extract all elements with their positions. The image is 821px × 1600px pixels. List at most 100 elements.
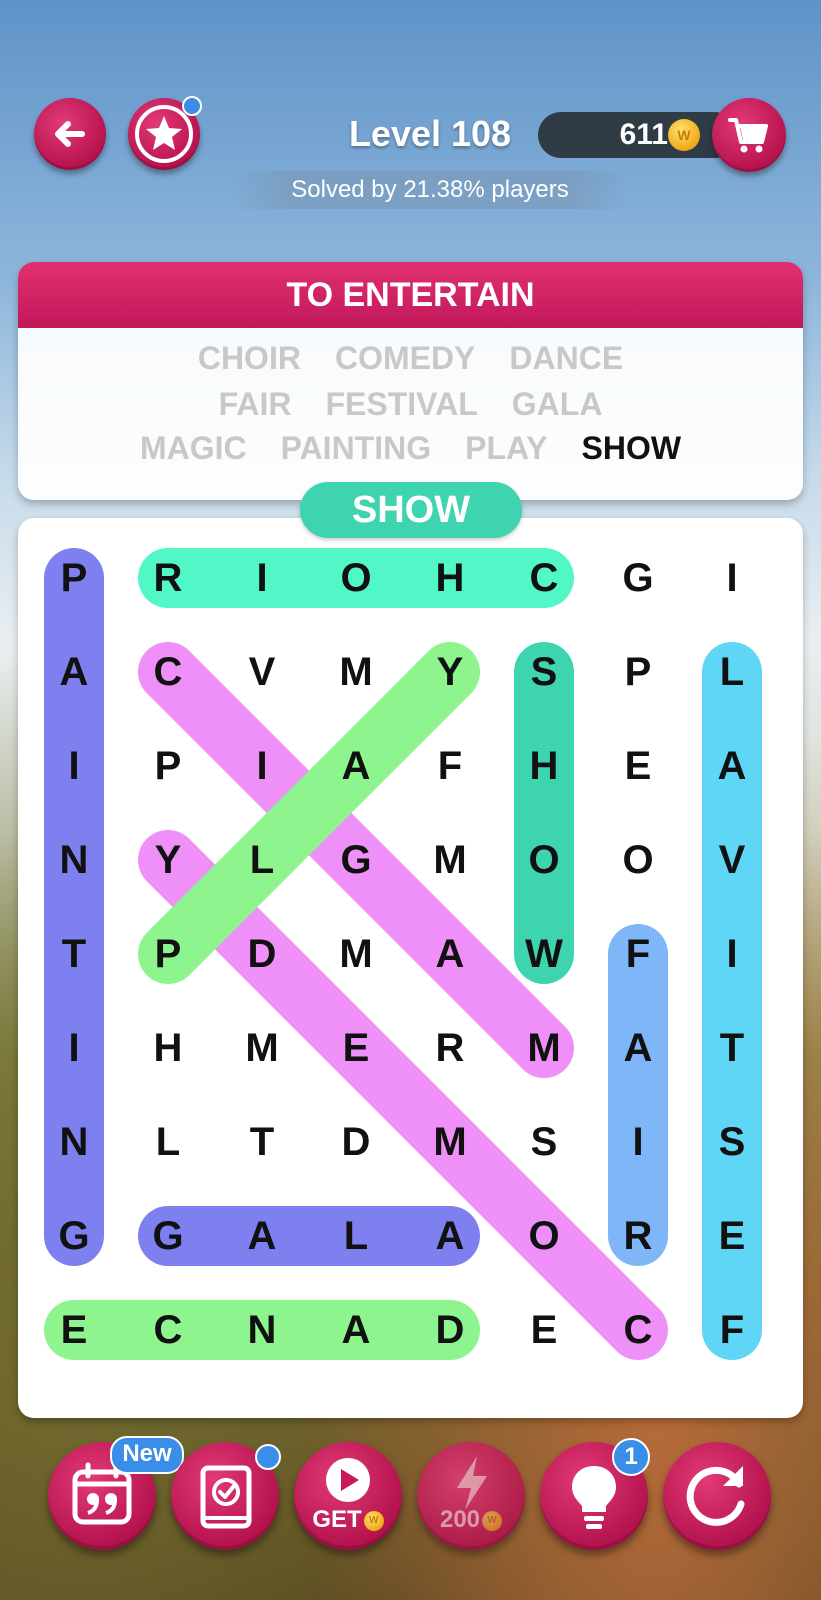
grid-cell[interactable]: M xyxy=(433,1120,466,1164)
grid-cell[interactable]: D xyxy=(436,1308,465,1352)
video-label: GET xyxy=(312,1506,362,1533)
grid-cell[interactable]: G xyxy=(622,556,653,600)
video-label-row: GET W xyxy=(294,1506,402,1534)
coin-balance[interactable]: 611 W xyxy=(538,112,738,158)
grid-cell[interactable]: F xyxy=(720,1308,744,1352)
coin-count: 611 xyxy=(619,118,668,151)
grid-cell[interactable]: E xyxy=(719,1214,746,1258)
word-row-2: FAIR FESTIVAL GALA xyxy=(18,386,803,423)
grid-cell[interactable]: M xyxy=(527,1026,560,1070)
grid-cell[interactable]: Y xyxy=(155,838,182,882)
grid-cell[interactable]: O xyxy=(622,838,653,882)
grid-cell[interactable]: E xyxy=(343,1026,370,1070)
grid-cell[interactable]: C xyxy=(154,1308,183,1352)
grid-cell[interactable]: H xyxy=(530,744,559,788)
favorites-button[interactable] xyxy=(128,96,202,170)
grid-cell[interactable]: O xyxy=(528,1214,559,1258)
grid-cell[interactable]: P xyxy=(155,932,182,976)
grid-cell[interactable]: N xyxy=(60,1120,89,1164)
grid-cell[interactable]: L xyxy=(156,1120,180,1164)
grid-cell[interactable]: H xyxy=(154,1026,183,1070)
back-arrow-icon xyxy=(55,121,85,147)
grid-cell[interactable]: E xyxy=(531,1308,558,1352)
hint-count-badge: 1 xyxy=(612,1438,650,1476)
grid-cell[interactable]: N xyxy=(248,1308,277,1352)
grid-cell[interactable]: I xyxy=(632,1120,643,1164)
coin-symbol: W xyxy=(677,127,691,143)
grid-cell[interactable]: A xyxy=(624,1026,653,1070)
word-list-item: GALA xyxy=(511,386,603,422)
coin-symbol: W xyxy=(487,1514,497,1526)
grid-cell[interactable]: O xyxy=(528,838,559,882)
grid-cell[interactable]: V xyxy=(719,838,746,882)
grid-cell[interactable]: S xyxy=(531,650,558,694)
grid-cell[interactable]: R xyxy=(436,1026,465,1070)
grid-cell[interactable]: P xyxy=(155,744,182,788)
grid-cell[interactable]: E xyxy=(625,744,652,788)
boost-button[interactable]: 200 W xyxy=(417,1442,525,1550)
grid-cell[interactable]: O xyxy=(340,556,371,600)
grid-cell[interactable]: I xyxy=(68,1026,79,1070)
grid-cell[interactable]: M xyxy=(245,1026,278,1070)
grid-cell[interactable]: M xyxy=(339,932,372,976)
grid-cell[interactable]: I xyxy=(726,932,737,976)
grid-cell[interactable]: A xyxy=(248,1214,277,1258)
grid-cell[interactable]: F xyxy=(626,932,650,976)
grid-cell[interactable]: F xyxy=(438,744,462,788)
grid-cell[interactable]: W xyxy=(525,932,563,976)
grid-cell[interactable]: D xyxy=(342,1120,371,1164)
grid-cell[interactable]: L xyxy=(344,1214,368,1258)
grid-cell[interactable]: S xyxy=(531,1120,558,1164)
grid-cell[interactable]: E xyxy=(61,1308,88,1352)
word-list-item: CHOIR xyxy=(197,340,301,376)
letter-grid-board[interactable]: P R I O H C G I A C V M Y S P L I P I A F H E A N Y L G M O O V T P D M A W F I… xyxy=(18,518,803,1418)
word-list-item: PAINTING xyxy=(280,430,432,466)
grid-cell[interactable]: L xyxy=(720,650,744,694)
grid-cell[interactable]: L xyxy=(250,838,274,882)
grid-cell[interactable]: P xyxy=(625,650,652,694)
grid-cell[interactable]: G xyxy=(58,1214,89,1258)
grid-cell[interactable]: C xyxy=(530,556,559,600)
grid-cell[interactable]: A xyxy=(436,1214,465,1258)
grid-cell[interactable]: G xyxy=(152,1214,183,1258)
watch-video-button[interactable]: GET W xyxy=(294,1442,402,1550)
boost-cost: 200 xyxy=(439,1506,481,1533)
solved-percentage: Solved by 21.38% players xyxy=(230,171,630,209)
back-button[interactable] xyxy=(34,98,106,170)
grid-cell[interactable]: I xyxy=(68,744,79,788)
word-list-item: SHOW xyxy=(581,430,682,466)
grid-cell[interactable]: I xyxy=(256,556,267,600)
grid-cell[interactable]: G xyxy=(340,838,371,882)
shuffle-button[interactable] xyxy=(663,1442,771,1550)
grid-cell[interactable]: A xyxy=(718,744,747,788)
grid-cell[interactable]: R xyxy=(624,1214,653,1258)
grid-cell[interactable]: C xyxy=(154,650,183,694)
grid-cell[interactable]: M xyxy=(339,650,372,694)
grid-cell[interactable]: M xyxy=(433,838,466,882)
word-row-3: MAGIC PAINTING PLAY SHOW xyxy=(18,430,803,467)
grid-cell[interactable]: P xyxy=(61,556,88,600)
grid-cell[interactable]: V xyxy=(249,650,276,694)
grid-cell[interactable]: I xyxy=(256,744,267,788)
level-title: Level 108 xyxy=(348,113,512,154)
grid-cell[interactable]: H xyxy=(436,556,465,600)
grid-cell[interactable]: T xyxy=(62,932,86,976)
grid-cell[interactable]: A xyxy=(342,744,371,788)
grid-cell[interactable]: D xyxy=(248,932,277,976)
grid-cell[interactable]: A xyxy=(436,932,465,976)
grid-cell[interactable]: S xyxy=(719,1120,746,1164)
grid-cell[interactable]: N xyxy=(60,838,89,882)
letter-grid[interactable]: P R I O H C G I A C V M Y S P L I P I A F H E A N Y L G M O O V T P D M A W F I… xyxy=(18,518,803,1418)
grid-cell[interactable]: R xyxy=(154,556,183,600)
grid-cell[interactable]: T xyxy=(720,1026,744,1070)
shop-button[interactable] xyxy=(712,98,786,172)
grid-cell[interactable]: T xyxy=(250,1120,274,1164)
grid-cell[interactable]: A xyxy=(342,1308,371,1352)
current-word: SHOW xyxy=(300,482,522,538)
grid-cell[interactable]: C xyxy=(624,1308,653,1352)
collection-button[interactable] xyxy=(171,1442,281,1550)
grid-cell[interactable]: A xyxy=(60,650,89,694)
coin-icon: W xyxy=(668,119,700,151)
grid-cell[interactable]: Y xyxy=(437,650,464,694)
grid-cell[interactable]: I xyxy=(726,556,737,600)
